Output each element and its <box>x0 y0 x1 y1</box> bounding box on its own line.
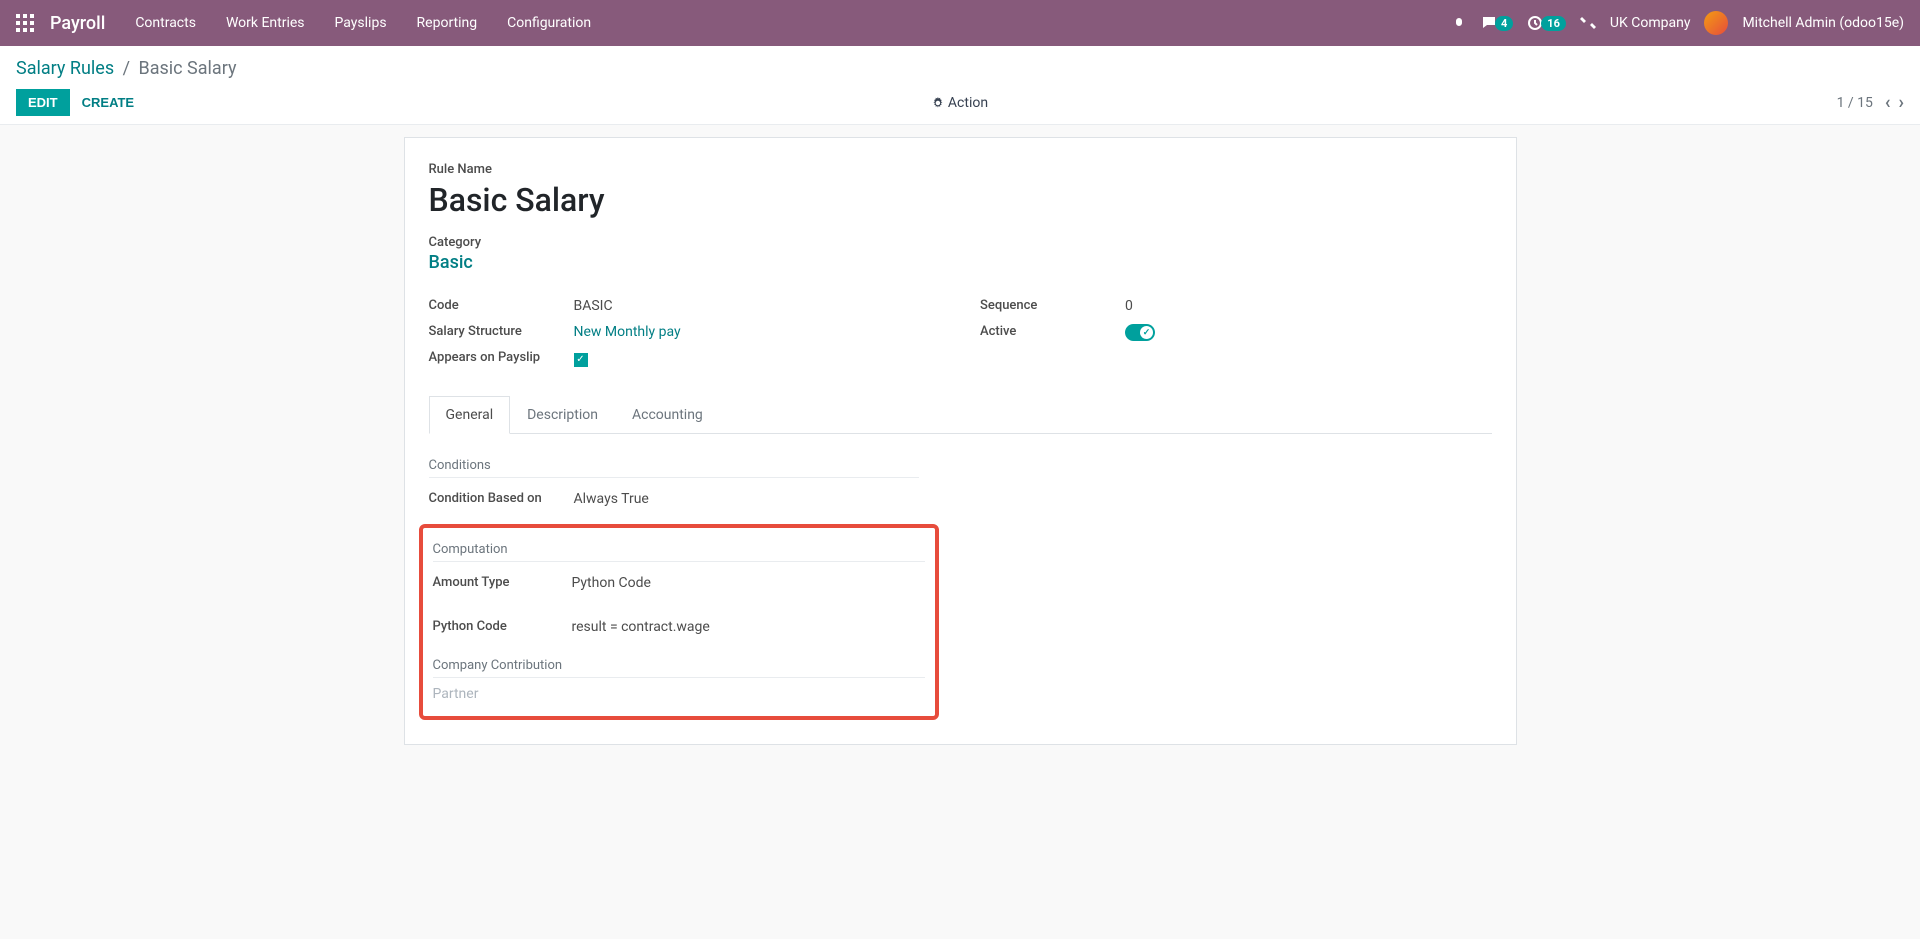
activities-badge: 16 <box>1541 16 1566 31</box>
python-code-value: result = contract.wage <box>572 619 710 635</box>
messages-icon[interactable]: 4 <box>1481 15 1513 31</box>
company-contribution-header: Company Contribution <box>433 658 925 678</box>
form-view: Rule Name Basic Salary Category Basic Co… <box>404 137 1517 745</box>
breadcrumb: Salary Rules / Basic Salary <box>16 58 1904 79</box>
control-row: EDIT CREATE Action 1 / 15 ‹ › <box>16 89 1904 124</box>
condition-based-on-label: Condition Based on <box>429 491 574 507</box>
category-link[interactable]: Basic <box>429 252 1492 273</box>
gear-icon <box>932 97 944 109</box>
tab-general[interactable]: General <box>429 396 511 434</box>
breadcrumb-current: Basic Salary <box>139 58 237 79</box>
active-label: Active <box>980 324 1125 345</box>
tools-icon[interactable] <box>1580 15 1596 31</box>
pager-prev-icon[interactable]: ‹ <box>1885 92 1891 113</box>
amount-type-label: Amount Type <box>427 575 572 591</box>
top-navigation: Payroll Contracts Work Entries Payslips … <box>0 0 1920 46</box>
tab-description[interactable]: Description <box>510 396 615 434</box>
category-label: Category <box>429 235 1492 250</box>
highlight-box: Computation Amount Type Python Code Pyth… <box>419 524 939 720</box>
menu-payslips[interactable]: Payslips <box>335 15 387 31</box>
code-label: Code <box>429 298 574 314</box>
rule-name-label: Rule Name <box>429 162 1492 177</box>
partner-label: Partner <box>427 686 931 702</box>
sequence-value: 0 <box>1125 298 1133 314</box>
appears-on-payslip-label: Appears on Payslip <box>429 350 574 367</box>
pager: 1 / 15 ‹ › <box>1837 92 1904 113</box>
amount-type-value: Python Code <box>572 575 651 591</box>
company-selector[interactable]: UK Company <box>1610 15 1691 31</box>
salary-structure-link[interactable]: New Monthly pay <box>574 324 681 340</box>
sequence-label: Sequence <box>980 298 1125 314</box>
user-menu[interactable]: Mitchell Admin (odoo15e) <box>1742 15 1904 31</box>
code-value: BASIC <box>574 298 613 314</box>
active-toggle[interactable] <box>1125 324 1155 341</box>
pager-next-icon[interactable]: › <box>1899 92 1904 113</box>
breadcrumb-separator: / <box>123 58 130 79</box>
apps-icon[interactable] <box>16 14 34 32</box>
menu-work-entries[interactable]: Work Entries <box>226 15 305 31</box>
breadcrumb-parent[interactable]: Salary Rules <box>16 58 114 79</box>
condition-based-on-value: Always True <box>574 491 649 507</box>
activities-icon[interactable]: 16 <box>1527 15 1566 31</box>
nav-right: 4 16 UK Company Mitchell Admin (odoo15e) <box>1451 11 1904 35</box>
computation-header: Computation <box>433 542 925 562</box>
menu-reporting[interactable]: Reporting <box>417 15 478 31</box>
create-button[interactable]: CREATE <box>70 89 146 116</box>
bug-icon[interactable] <box>1451 15 1467 31</box>
tabs: General Description Accounting <box>429 396 1492 434</box>
appears-on-payslip-checkbox[interactable]: ✓ <box>574 353 588 367</box>
action-label: Action <box>948 95 988 111</box>
menu-configuration[interactable]: Configuration <box>507 15 591 31</box>
user-avatar[interactable] <box>1704 11 1728 35</box>
edit-button[interactable]: EDIT <box>16 89 70 116</box>
breadcrumb-bar: Salary Rules / Basic Salary EDIT CREATE … <box>0 46 1920 125</box>
rule-name-value: Basic Salary <box>429 181 1492 219</box>
main-menu: Contracts Work Entries Payslips Reportin… <box>135 15 591 31</box>
menu-contracts[interactable]: Contracts <box>135 15 196 31</box>
conditions-header: Conditions <box>429 458 919 478</box>
action-menu[interactable]: Action <box>932 95 988 111</box>
app-brand[interactable]: Payroll <box>50 13 105 34</box>
messages-badge: 4 <box>1495 16 1513 31</box>
tab-accounting[interactable]: Accounting <box>615 396 720 434</box>
salary-structure-label: Salary Structure <box>429 324 574 340</box>
python-code-label: Python Code <box>427 619 572 635</box>
pager-count: 1 / 15 <box>1837 95 1873 111</box>
